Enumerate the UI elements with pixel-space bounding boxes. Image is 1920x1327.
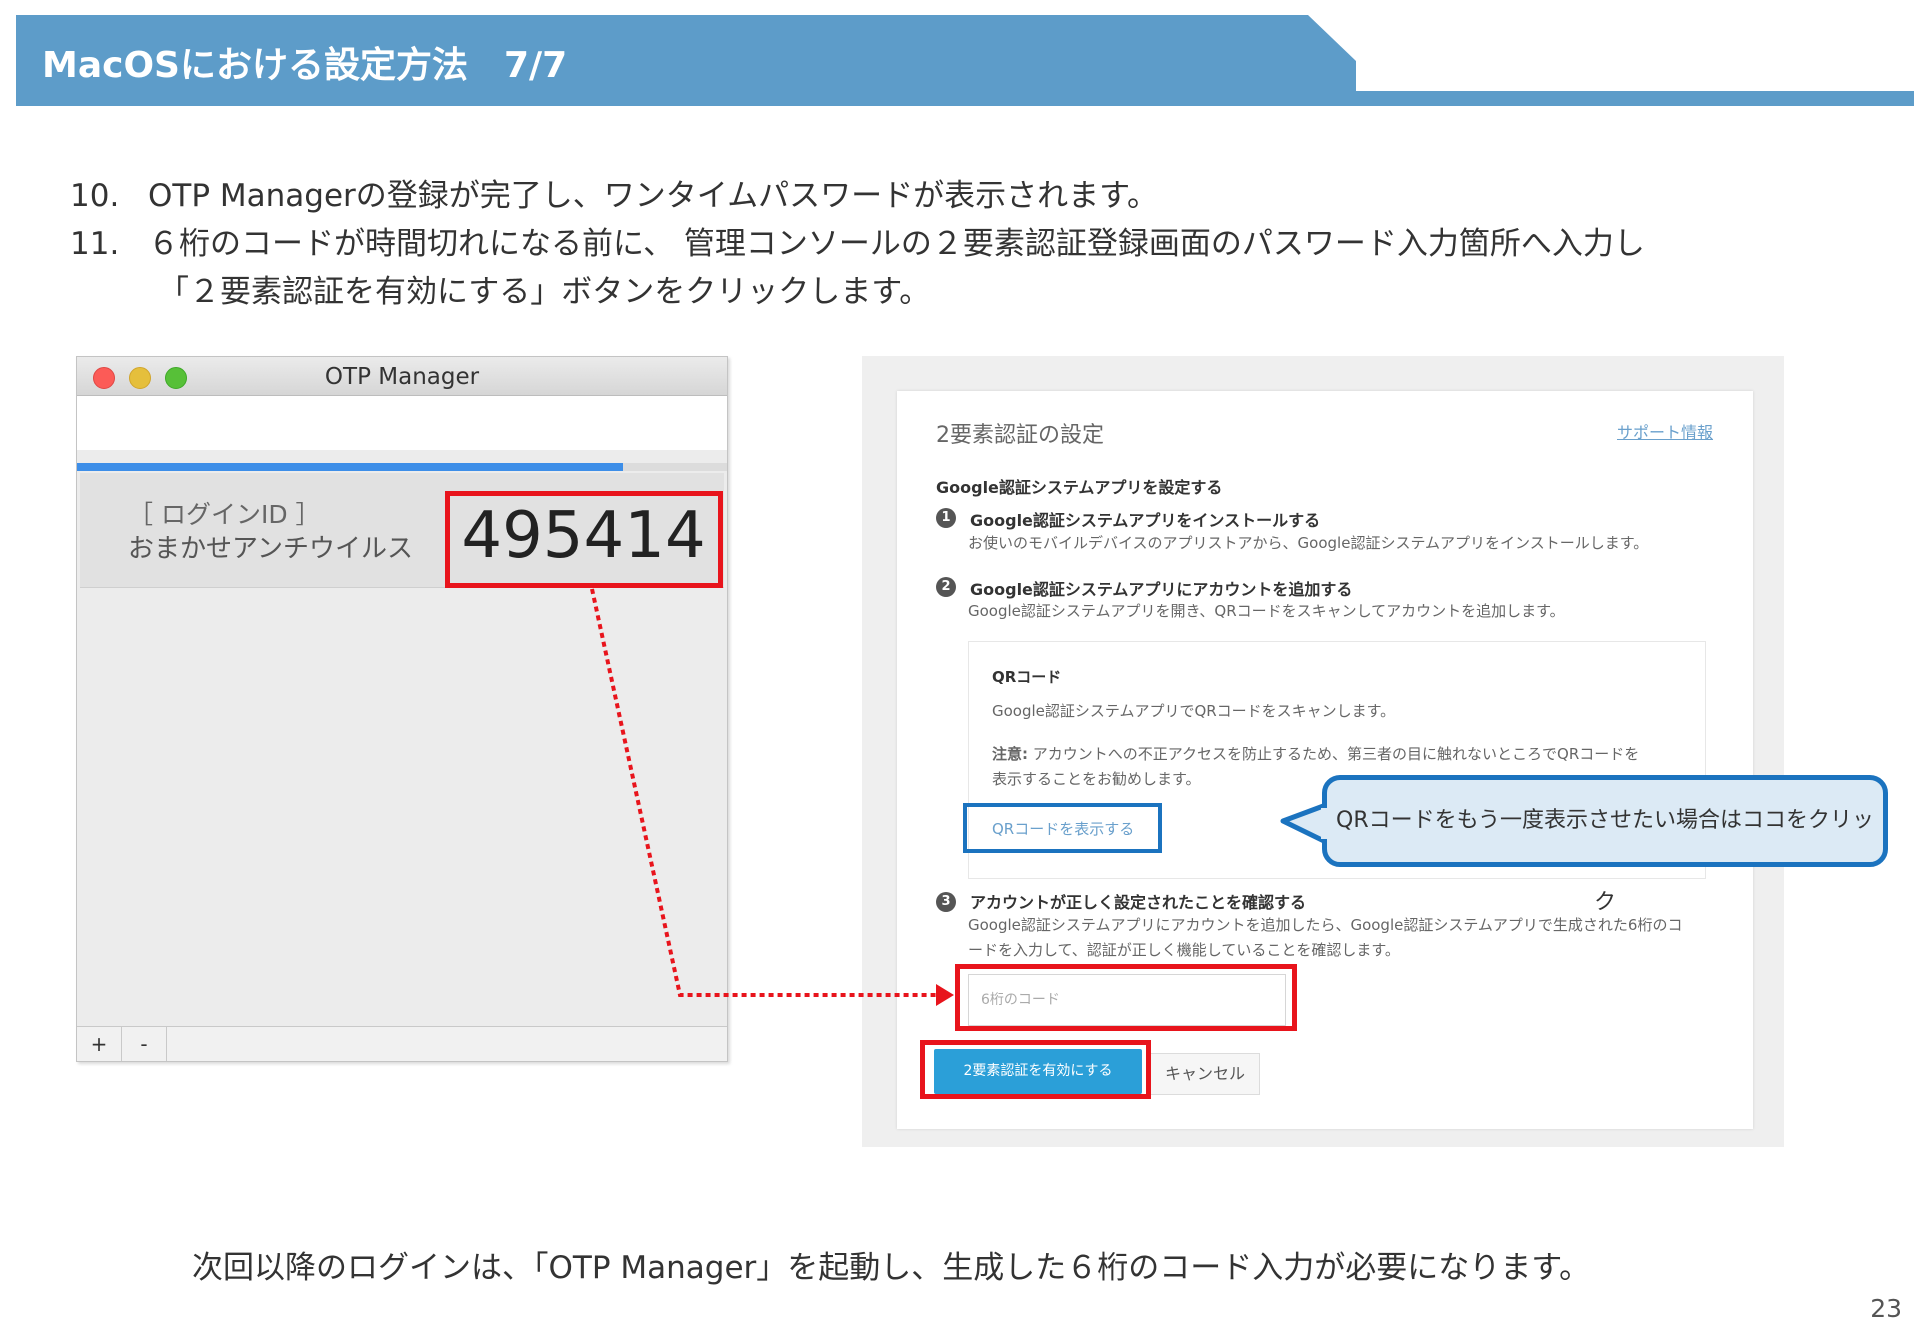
callout-tail-join [1321, 808, 1329, 839]
callout-text: QRコードをもう一度表示させたい場合はココをクリック [1336, 808, 1874, 915]
footer-note: 次回以降のログインは、「OTP Manager」を起動し、生成した６桁のコード入… [192, 1250, 1591, 1286]
connector-arrowhead [936, 984, 954, 1006]
callout-tail [1280, 802, 1329, 845]
annotation-overlay [590, 588, 1329, 1006]
page-number: 23 [1870, 1294, 1902, 1323]
dotted-connector-arrow [590, 588, 936, 997]
callout-bubble: QRコードをもう一度表示させたい場合はココをクリック [1322, 775, 1888, 915]
